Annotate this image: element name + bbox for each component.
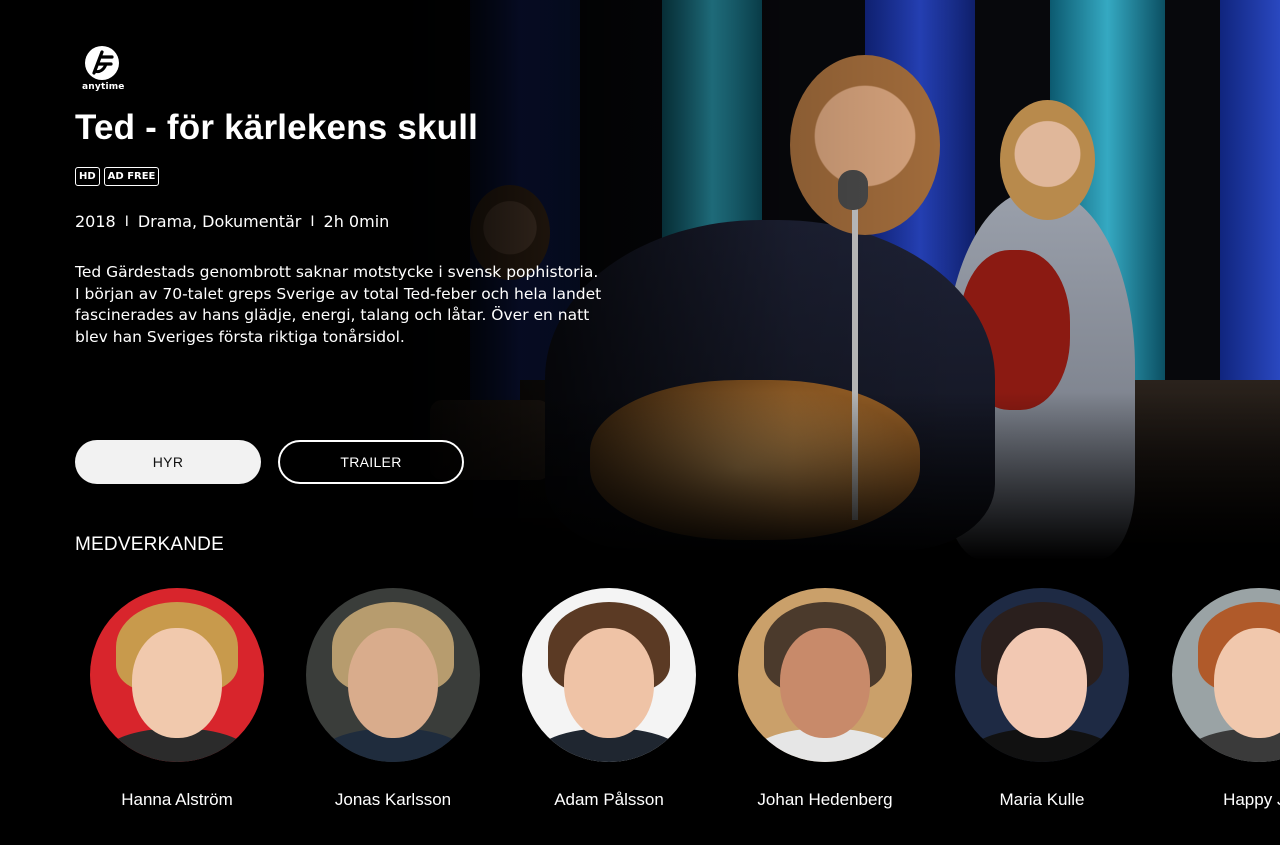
avatar: [738, 588, 912, 762]
cast-member-johan-hedenberg[interactable]: Johan Hedenberg: [738, 588, 912, 810]
avatar-face: [132, 628, 222, 738]
avatar-face: [564, 628, 654, 738]
cast-member-adam-palsson[interactable]: Adam Pålsson: [522, 588, 696, 810]
cast-name: Maria Kulle: [999, 790, 1085, 809]
cast-member-maria-kulle[interactable]: Maria Kulle: [955, 588, 1129, 810]
meta-separator: I: [124, 213, 129, 230]
brand-logo: anytime: [82, 46, 125, 92]
release-year: 2018: [75, 212, 116, 231]
meta-separator: I: [310, 213, 315, 230]
cast-name: Jonas Karlsson: [334, 790, 452, 809]
cast-name: Happy Ja: [1223, 790, 1280, 809]
genres: Drama, Dokumentär: [137, 212, 302, 231]
cast-heading: MEDVERKANDE: [75, 534, 224, 555]
avatar: [955, 588, 1129, 762]
cast-member-jonas-karlsson[interactable]: Jonas Karlsson: [306, 588, 480, 810]
movie-description: Ted Gärdestads genombrott saknar motstyc…: [75, 263, 602, 346]
avatar: [1172, 588, 1280, 762]
badge-list: HD AD FREE: [75, 167, 160, 186]
cast-name: Hanna Alström: [121, 790, 233, 809]
trailer-button[interactable]: TRAILER: [278, 440, 464, 484]
page-title: Ted - för kärlekens skull: [75, 108, 479, 147]
logo-text: anytime: [82, 82, 125, 92]
sf-logo-icon: [85, 46, 119, 80]
hd-badge: HD: [75, 167, 100, 186]
cast-member-hanna-alstrom[interactable]: Hanna Alström: [90, 588, 264, 810]
avatar: [522, 588, 696, 762]
cast-list: Hanna Alström Jonas Karlsson Adam Pålsso…: [90, 588, 1280, 828]
avatar-face: [780, 628, 870, 738]
avatar-face: [348, 628, 438, 738]
cast-member-happy-ja[interactable]: Happy Ja: [1172, 588, 1280, 810]
ad-free-badge: AD FREE: [103, 167, 160, 186]
duration: 2h 0min: [323, 212, 390, 231]
avatar: [306, 588, 480, 762]
movie-meta: 2018 I Drama, Dokumentär I 2h 0min: [75, 212, 389, 231]
cast-name: Adam Pålsson: [554, 790, 664, 809]
cast-name: Johan Hedenberg: [757, 790, 893, 809]
rent-button[interactable]: HYR: [75, 440, 261, 484]
avatar: [90, 588, 264, 762]
avatar-face: [997, 628, 1087, 738]
